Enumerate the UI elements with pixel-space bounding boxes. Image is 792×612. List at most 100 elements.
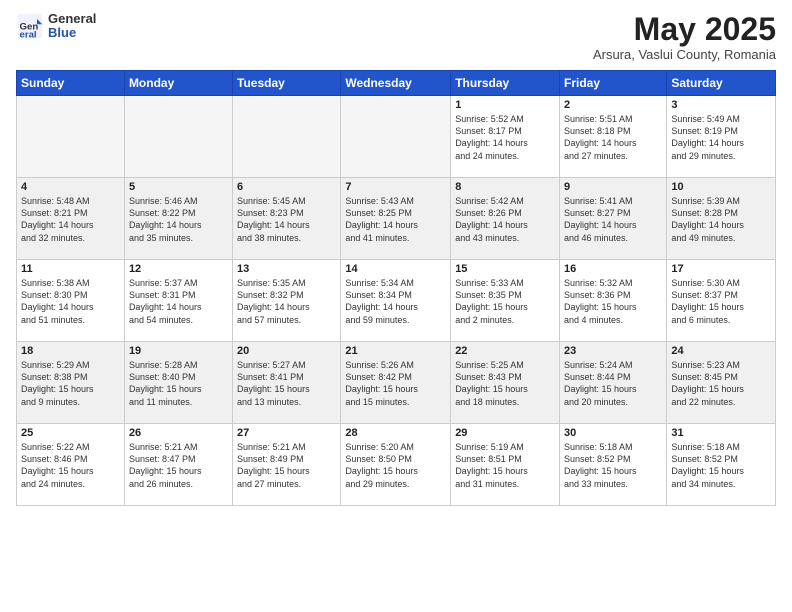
day-info: Sunrise: 5:26 AM Sunset: 8:42 PM Dayligh… bbox=[345, 359, 446, 408]
table-row: 29Sunrise: 5:19 AM Sunset: 8:51 PM Dayli… bbox=[451, 424, 560, 506]
day-number: 4 bbox=[21, 181, 120, 193]
table-row bbox=[124, 96, 232, 178]
day-number: 20 bbox=[237, 345, 336, 357]
location-subtitle: Arsura, Vaslui County, Romania bbox=[593, 47, 776, 62]
day-info: Sunrise: 5:46 AM Sunset: 8:22 PM Dayligh… bbox=[129, 195, 228, 244]
day-info: Sunrise: 5:41 AM Sunset: 8:27 PM Dayligh… bbox=[564, 195, 662, 244]
day-number: 19 bbox=[129, 345, 228, 357]
day-number: 12 bbox=[129, 263, 228, 275]
calendar-week-row: 11 Sunrise: 5:38 AM Sunset: 8:30 PM Dayli… bbox=[17, 260, 776, 342]
day-info: Sunrise: 5:48 AM Sunset: 8:21 PM Dayligh… bbox=[21, 195, 120, 244]
day-number: 21 bbox=[345, 345, 446, 357]
table-row: 23Sunrise: 5:24 AM Sunset: 8:44 PM Dayli… bbox=[560, 342, 667, 424]
table-row: 8 Sunrise: 5:42 AM Sunset: 8:26 PM Daylig… bbox=[451, 178, 560, 260]
logo-text: General Blue bbox=[48, 12, 96, 41]
day-number: 5 bbox=[129, 181, 228, 193]
day-info: Sunrise: 5:42 AM Sunset: 8:26 PM Dayligh… bbox=[455, 195, 555, 244]
day-number: 2 bbox=[564, 99, 662, 111]
table-row: 20 Sunrise: 5:27 AM Sunset: 8:41 PM Dayli… bbox=[233, 342, 341, 424]
day-number: 18 bbox=[21, 345, 120, 357]
table-row: 18Sunrise: 5:29 AM Sunset: 8:38 PM Dayli… bbox=[17, 342, 125, 424]
table-row bbox=[17, 96, 125, 178]
table-row: 26 Sunrise: 5:21 AM Sunset: 8:47 PM Dayli… bbox=[124, 424, 232, 506]
table-row: 27 Sunrise: 5:21 AM Sunset: 8:49 PM Dayli… bbox=[233, 424, 341, 506]
day-info: Sunrise: 5:18 AM Sunset: 8:52 PM Dayligh… bbox=[564, 441, 662, 490]
page-container: Gen eral General Blue May 2025 Arsura, V… bbox=[0, 0, 792, 514]
day-info: Sunrise: 5:20 AM Sunset: 8:50 PM Dayligh… bbox=[345, 441, 446, 490]
table-row: 21 Sunrise: 5:26 AM Sunset: 8:42 PM Dayli… bbox=[341, 342, 451, 424]
day-info: Sunrise: 5:23 AM Sunset: 8:45 PM Dayligh… bbox=[671, 359, 771, 408]
table-row: 2 Sunrise: 5:51 AM Sunset: 8:18 PM Daylig… bbox=[560, 96, 667, 178]
day-info: Sunrise: 5:45 AM Sunset: 8:23 PM Dayligh… bbox=[237, 195, 336, 244]
day-info: Sunrise: 5:27 AM Sunset: 8:41 PM Dayligh… bbox=[237, 359, 336, 408]
day-info: Sunrise: 5:52 AM Sunset: 8:17 PM Dayligh… bbox=[455, 113, 555, 162]
day-number: 13 bbox=[237, 263, 336, 275]
table-row: 11 Sunrise: 5:38 AM Sunset: 8:30 PM Dayli… bbox=[17, 260, 125, 342]
day-number: 27 bbox=[237, 427, 336, 439]
table-row: 28Sunrise: 5:20 AM Sunset: 8:50 PM Dayli… bbox=[341, 424, 451, 506]
header-thursday: Thursday bbox=[451, 71, 560, 96]
header-wednesday: Wednesday bbox=[341, 71, 451, 96]
day-number: 11 bbox=[21, 263, 120, 275]
day-number: 15 bbox=[455, 263, 555, 275]
calendar-week-row: 1 Sunrise: 5:52 AM Sunset: 8:17 PM Daylig… bbox=[17, 96, 776, 178]
table-row: 31 Sunrise: 5:18 AM Sunset: 8:52 PM Dayli… bbox=[667, 424, 776, 506]
table-row: 1 Sunrise: 5:52 AM Sunset: 8:17 PM Daylig… bbox=[451, 96, 560, 178]
day-info: Sunrise: 5:32 AM Sunset: 8:36 PM Dayligh… bbox=[564, 277, 662, 326]
table-row: 3 Sunrise: 5:49 AM Sunset: 8:19 PM Daylig… bbox=[667, 96, 776, 178]
day-info: Sunrise: 5:24 AM Sunset: 8:44 PM Dayligh… bbox=[564, 359, 662, 408]
calendar-table: Sunday Monday Tuesday Wednesday Thursday… bbox=[16, 70, 776, 506]
table-row: 4 Sunrise: 5:48 AM Sunset: 8:21 PM Daylig… bbox=[17, 178, 125, 260]
calendar-week-row: 25 Sunrise: 5:22 AM Sunset: 8:46 PM Dayli… bbox=[17, 424, 776, 506]
day-info: Sunrise: 5:25 AM Sunset: 8:43 PM Dayligh… bbox=[455, 359, 555, 408]
table-row: 17Sunrise: 5:30 AM Sunset: 8:37 PM Dayli… bbox=[667, 260, 776, 342]
table-row: 10Sunrise: 5:39 AM Sunset: 8:28 PM Dayli… bbox=[667, 178, 776, 260]
day-info: Sunrise: 5:30 AM Sunset: 8:37 PM Dayligh… bbox=[671, 277, 771, 326]
table-row bbox=[233, 96, 341, 178]
day-info: Sunrise: 5:39 AM Sunset: 8:28 PM Dayligh… bbox=[671, 195, 771, 244]
day-number: 22 bbox=[455, 345, 555, 357]
day-number: 31 bbox=[671, 427, 771, 439]
table-row: 5 Sunrise: 5:46 AM Sunset: 8:22 PM Daylig… bbox=[124, 178, 232, 260]
table-row: 30 Sunrise: 5:18 AM Sunset: 8:52 PM Dayli… bbox=[560, 424, 667, 506]
svg-text:eral: eral bbox=[20, 30, 37, 41]
day-info: Sunrise: 5:38 AM Sunset: 8:30 PM Dayligh… bbox=[21, 277, 120, 326]
day-number: 6 bbox=[237, 181, 336, 193]
day-number: 25 bbox=[21, 427, 120, 439]
day-info: Sunrise: 5:22 AM Sunset: 8:46 PM Dayligh… bbox=[21, 441, 120, 490]
day-number: 3 bbox=[671, 99, 771, 111]
table-row: 15Sunrise: 5:33 AM Sunset: 8:35 PM Dayli… bbox=[451, 260, 560, 342]
day-number: 26 bbox=[129, 427, 228, 439]
header-friday: Friday bbox=[560, 71, 667, 96]
day-number: 8 bbox=[455, 181, 555, 193]
month-title: May 2025 bbox=[593, 12, 776, 47]
header-saturday: Saturday bbox=[667, 71, 776, 96]
day-info: Sunrise: 5:34 AM Sunset: 8:34 PM Dayligh… bbox=[345, 277, 446, 326]
day-number: 30 bbox=[564, 427, 662, 439]
table-row: 13 Sunrise: 5:35 AM Sunset: 8:32 PM Dayli… bbox=[233, 260, 341, 342]
day-info: Sunrise: 5:35 AM Sunset: 8:32 PM Dayligh… bbox=[237, 277, 336, 326]
day-number: 14 bbox=[345, 263, 446, 275]
day-info: Sunrise: 5:18 AM Sunset: 8:52 PM Dayligh… bbox=[671, 441, 771, 490]
header-sunday: Sunday bbox=[17, 71, 125, 96]
logo-blue-text: Blue bbox=[48, 26, 96, 40]
calendar-week-row: 18Sunrise: 5:29 AM Sunset: 8:38 PM Dayli… bbox=[17, 342, 776, 424]
day-info: Sunrise: 5:51 AM Sunset: 8:18 PM Dayligh… bbox=[564, 113, 662, 162]
table-row: 12Sunrise: 5:37 AM Sunset: 8:31 PM Dayli… bbox=[124, 260, 232, 342]
header-monday: Monday bbox=[124, 71, 232, 96]
logo-icon: Gen eral bbox=[16, 12, 44, 40]
table-row: 16Sunrise: 5:32 AM Sunset: 8:36 PM Dayli… bbox=[560, 260, 667, 342]
table-row: 22 Sunrise: 5:25 AM Sunset: 8:43 PM Dayli… bbox=[451, 342, 560, 424]
day-number: 1 bbox=[455, 99, 555, 111]
day-info: Sunrise: 5:49 AM Sunset: 8:19 PM Dayligh… bbox=[671, 113, 771, 162]
day-number: 29 bbox=[455, 427, 555, 439]
table-row: 19Sunrise: 5:28 AM Sunset: 8:40 PM Dayli… bbox=[124, 342, 232, 424]
page-header: Gen eral General Blue May 2025 Arsura, V… bbox=[16, 12, 776, 62]
day-number: 24 bbox=[671, 345, 771, 357]
day-info: Sunrise: 5:21 AM Sunset: 8:47 PM Dayligh… bbox=[129, 441, 228, 490]
day-number: 9 bbox=[564, 181, 662, 193]
day-info: Sunrise: 5:21 AM Sunset: 8:49 PM Dayligh… bbox=[237, 441, 336, 490]
table-row: 25 Sunrise: 5:22 AM Sunset: 8:46 PM Dayli… bbox=[17, 424, 125, 506]
table-row: 9 Sunrise: 5:41 AM Sunset: 8:27 PM Daylig… bbox=[560, 178, 667, 260]
logo-general-text: General bbox=[48, 12, 96, 26]
